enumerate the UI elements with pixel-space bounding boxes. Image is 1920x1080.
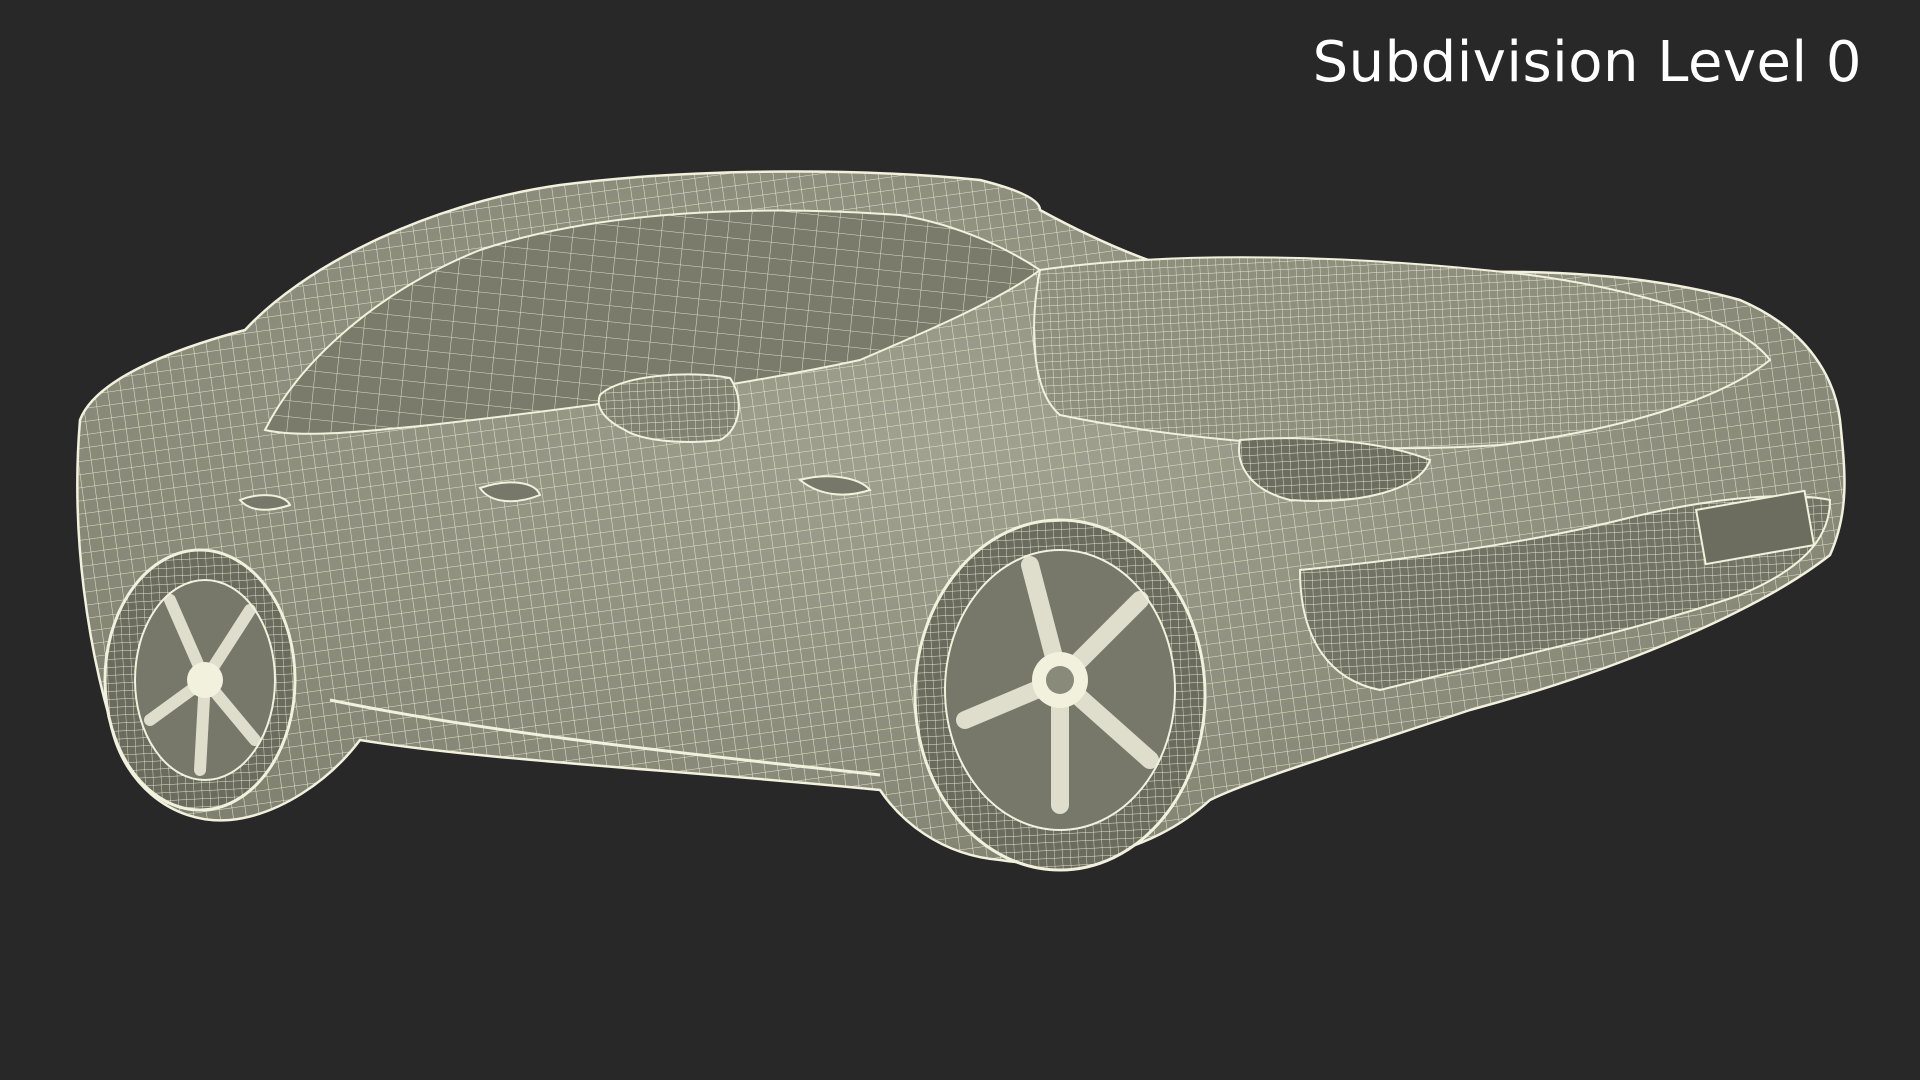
viewport: Subdivision Level 0: [0, 0, 1920, 1080]
rear-wheel: [103, 548, 297, 812]
front-wheel: [913, 518, 1207, 872]
subdivision-level-label: Subdivision Level 0: [1312, 30, 1862, 95]
wireframe-car-render: [76, 170, 1846, 872]
